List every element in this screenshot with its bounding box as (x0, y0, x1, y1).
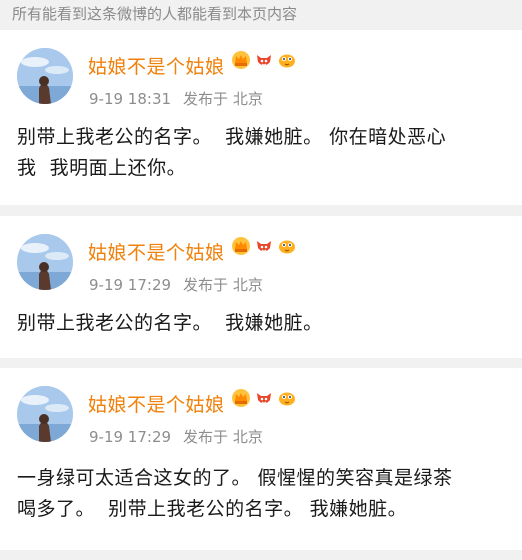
comment-time: 9-19 18:31 (89, 90, 172, 108)
comment-location: 发布于 北京 (183, 276, 263, 294)
username[interactable]: 姑娘不是个姑娘 (88, 390, 225, 417)
comment-card[interactable]: 姑娘不是个姑娘 9-19 18:31 发布于 北京 别带上我老公的名字。 我嫌她脏… (0, 30, 522, 205)
badge-group (231, 50, 297, 70)
comment-time: 9-19 17:29 (89, 428, 172, 446)
crown-badge-icon (232, 389, 250, 407)
comment-text: 别带上我老公的名字。 我嫌她脏。 你在暗处恶心 我 我明面上还你。 (17, 126, 447, 179)
red-fox-badge-icon (257, 393, 271, 404)
badge-group (231, 388, 297, 408)
avatar[interactable] (17, 48, 73, 104)
yellow-fish-badge-icon (279, 240, 295, 254)
red-fox-badge-icon (257, 241, 271, 252)
crown-badge-icon (232, 237, 250, 255)
yellow-fish-badge-icon (279, 392, 295, 406)
username[interactable]: 姑娘不是个姑娘 (88, 238, 225, 265)
comment-meta: 9-19 17:29 发布于 北京 (89, 426, 263, 447)
comment-meta: 9-19 18:31 发布于 北京 (89, 88, 263, 109)
comment-text: 一身绿可太适合这女的了。 假惺惺的笑容真是绿茶 喝多了。 别带上我老公的名字。 … (17, 467, 453, 520)
yellow-fish-badge-icon (279, 54, 295, 68)
comment-text: 别带上我老公的名字。 我嫌她脏。 (17, 312, 323, 334)
badge-group (231, 236, 297, 256)
comment-card[interactable]: 姑娘不是个姑娘 9-19 17:29 发布于 北京 别带上我老公的名字。 我嫌她脏… (0, 216, 522, 358)
comment-location: 发布于 北京 (183, 90, 263, 108)
comment-location: 发布于 北京 (183, 428, 263, 446)
visibility-note: 所有能看到这条微博的人都能看到本页内容 (0, 0, 522, 28)
comment-time: 9-19 17:29 (89, 276, 172, 294)
username[interactable]: 姑娘不是个姑娘 (88, 52, 225, 79)
comment-meta: 9-19 17:29 发布于 北京 (89, 274, 263, 295)
avatar[interactable] (17, 234, 73, 290)
crown-badge-icon (232, 51, 250, 69)
comment-card[interactable]: 姑娘不是个姑娘 9-19 17:29 发布于 北京 一身绿可太适合这女的了。 假惺… (0, 368, 522, 550)
avatar[interactable] (17, 386, 73, 442)
red-fox-badge-icon (257, 55, 271, 66)
